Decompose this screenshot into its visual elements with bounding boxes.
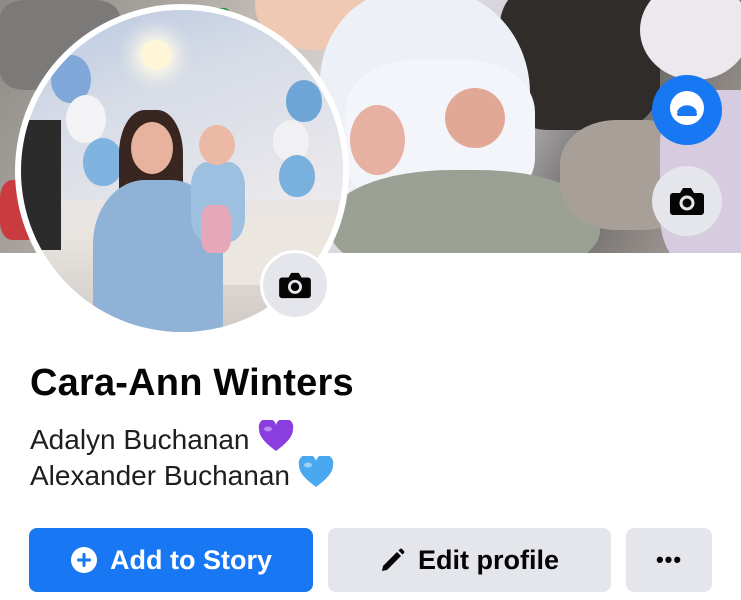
add-to-story-label: Add to Story [110,544,272,575]
more-dots-icon: ••• [655,547,683,572]
edit-profile-button[interactable]: Edit profile [328,528,611,592]
avatar-bubble-icon [668,89,706,132]
profile-name: Cara-Ann Winters [30,362,354,404]
camera-icon [669,186,705,216]
edit-profile-picture-button[interactable] [260,250,330,320]
bio-text: Alexander Buchanan [30,459,290,491]
blue-heart-icon [298,454,334,495]
pencil-icon [380,547,406,573]
edit-cover-photo-button[interactable] [652,166,722,236]
add-to-story-button[interactable]: Add to Story [29,528,313,592]
purple-heart-icon [258,418,294,459]
bio-line: Alexander Buchanan [30,454,334,495]
bio-line: Adalyn Buchanan [30,418,294,459]
camera-icon [278,271,312,299]
more-options-button[interactable]: ••• [626,528,712,592]
profile-page: Cara-Ann Winters Adalyn Buchanan Alexand… [0,0,741,600]
edit-profile-label: Edit profile [418,544,559,575]
bio-text: Adalyn Buchanan [30,423,250,455]
avatar-bubble-button[interactable] [652,75,722,145]
plus-circle-icon [70,546,98,574]
